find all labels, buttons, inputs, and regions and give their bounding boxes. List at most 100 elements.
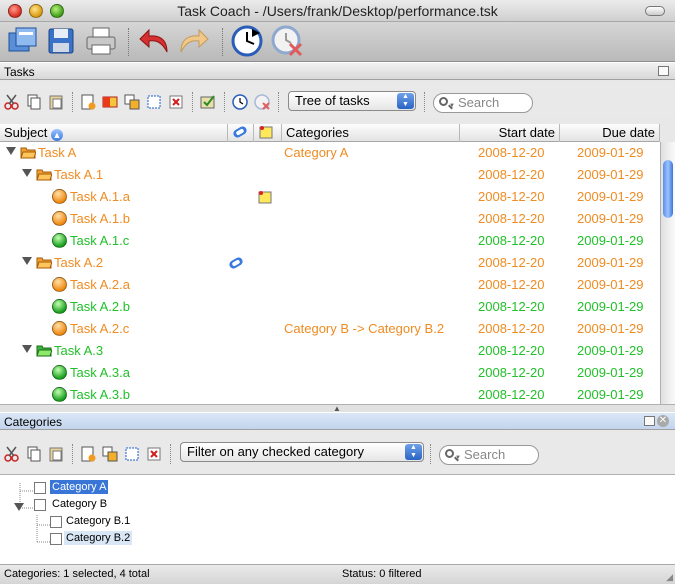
category-label: Category A [50, 480, 109, 494]
task-subject: Task A.3.b [70, 387, 130, 402]
task-row[interactable]: Task A.3 2008-12-20 2009-01-29 [0, 340, 660, 362]
paste-icon[interactable] [48, 94, 64, 110]
undo-button[interactable] [138, 24, 172, 58]
task-start-date: 2008-12-20 [478, 299, 545, 314]
task-folder-open-icon [36, 169, 52, 181]
task-subject: Task A.2 [54, 255, 104, 270]
select-all-icon[interactable] [146, 94, 162, 110]
task-start-date: 2008-12-20 [478, 343, 545, 358]
task-row[interactable]: Task A.3.b 2008-12-20 2009-01-29 [0, 384, 660, 404]
task-row[interactable]: Task A.1.b 2008-12-20 2009-01-29 [0, 208, 660, 230]
task-subject: Task A.2.a [70, 277, 130, 292]
task-row[interactable]: Task A.2 2008-12-20 2009-01-29 [0, 252, 660, 274]
task-search-placeholder: Search [458, 95, 500, 110]
toolbar-separator [170, 444, 171, 464]
task-subject: Task A.2.b [70, 299, 130, 314]
category-search-input[interactable]: ▼ Search [439, 445, 539, 465]
column-header-attachment[interactable] [228, 124, 254, 142]
task-folder-open-icon [36, 345, 52, 357]
task-subject: Task A.3.a [70, 365, 130, 380]
stop-tracking-small-icon[interactable] [254, 94, 270, 110]
column-header-subject[interactable]: Subject ▲ [0, 124, 228, 142]
toolbar-separator [430, 444, 431, 464]
task-row[interactable]: Task A.3.a 2008-12-20 2009-01-29 [0, 362, 660, 384]
expand-toggle-icon[interactable] [22, 257, 32, 265]
column-header-due-date[interactable]: Due date [560, 124, 660, 142]
resize-grip-icon[interactable]: ◢ [666, 572, 673, 583]
cut-icon[interactable] [4, 94, 20, 110]
edit-category-icon[interactable] [102, 446, 118, 462]
new-category-icon[interactable] [80, 446, 96, 462]
delete-icon[interactable] [168, 94, 184, 110]
print-button[interactable] [84, 24, 118, 58]
category-label: Category B [52, 498, 108, 510]
task-status-icon [52, 387, 67, 402]
cut-icon[interactable] [4, 446, 20, 462]
task-row[interactable]: Task A Category A 2008-12-20 2009-01-29 [0, 142, 660, 164]
note-icon [259, 126, 273, 139]
edit-task-icon[interactable] [124, 94, 140, 110]
tasks-panel-title: Tasks [4, 65, 35, 79]
category-label: Category B.2 [64, 531, 133, 545]
expand-toggle-icon[interactable] [14, 503, 24, 511]
task-subject: Task A.1.c [70, 233, 130, 248]
toolbar-toggle-button[interactable] [645, 6, 665, 16]
categories-panel-dock-button[interactable] [644, 416, 655, 426]
task-table-header: Subject ▲ Categories Start date Due date [0, 124, 660, 142]
category-checkbox[interactable] [34, 482, 46, 494]
paste-icon[interactable] [48, 446, 64, 462]
toolbar-separator [128, 28, 129, 56]
task-due-date: 2009-01-29 [577, 277, 644, 292]
category-filter-select[interactable]: Filter on any checked category ▲ ▼ [180, 442, 424, 462]
panel-splitter[interactable]: ▲ [0, 404, 675, 413]
tasks-panel-dock-button[interactable] [658, 66, 669, 76]
task-row[interactable]: Task A.2.c Category B -> Category B.2 20… [0, 318, 660, 340]
task-tree-scrollbar[interactable] [660, 142, 675, 404]
redo-button[interactable] [176, 24, 210, 58]
task-view-select-value: Tree of tasks [295, 93, 370, 108]
stop-tracking-button[interactable] [270, 24, 304, 58]
task-view-select[interactable]: Tree of tasks ▲ ▼ [288, 91, 416, 111]
task-status-icon [52, 299, 67, 314]
task-row[interactable]: Task A.2.b 2008-12-20 2009-01-29 [0, 296, 660, 318]
task-tree-scroll-thumb[interactable] [663, 160, 673, 218]
start-tracking-small-icon[interactable] [232, 94, 248, 110]
column-header-notes[interactable] [254, 124, 282, 142]
category-checkbox[interactable] [50, 533, 62, 545]
print-icon [86, 27, 116, 55]
save-button[interactable] [44, 24, 78, 58]
task-search-input[interactable]: ▼ Search [433, 93, 533, 113]
status-left: Categories: 1 selected, 4 total [4, 568, 150, 580]
copy-icon[interactable] [26, 94, 42, 110]
task-start-date: 2008-12-20 [478, 365, 545, 380]
open-button[interactable] [6, 24, 40, 58]
task-row[interactable]: Task A.1 2008-12-20 2009-01-29 [0, 164, 660, 186]
column-header-categories[interactable]: Categories [282, 124, 460, 142]
undo-icon [139, 28, 168, 53]
redo-icon [180, 28, 209, 53]
task-status-icon [52, 189, 67, 204]
column-header-start-date[interactable]: Start date [460, 124, 560, 142]
task-due-date: 2009-01-29 [577, 255, 644, 270]
expand-toggle-icon[interactable] [6, 147, 16, 155]
categories-panel-header: Categories ✕ [0, 412, 675, 430]
task-row[interactable]: Task A.1.a 2008-12-20 2009-01-29 [0, 186, 660, 208]
category-checkbox[interactable] [34, 499, 46, 511]
categories-panel-close-button[interactable]: ✕ [657, 415, 669, 427]
select-all-icon[interactable] [124, 446, 140, 462]
expand-toggle-icon[interactable] [22, 169, 32, 177]
delete-icon[interactable] [146, 446, 162, 462]
mark-completed-icon[interactable] [200, 94, 216, 110]
new-task-icon[interactable] [80, 94, 96, 110]
expand-toggle-icon[interactable] [22, 345, 32, 353]
task-row[interactable]: Task A.1.c 2008-12-20 2009-01-29 [0, 230, 660, 252]
new-subtask-icon[interactable] [102, 94, 118, 110]
task-status-icon [52, 211, 67, 226]
category-checkbox[interactable] [50, 516, 62, 528]
task-due-date: 2009-01-29 [577, 211, 644, 226]
task-due-date: 2009-01-29 [577, 189, 644, 204]
start-tracking-button[interactable] [230, 24, 264, 58]
task-row[interactable]: Task A.2.a 2008-12-20 2009-01-29 [0, 274, 660, 296]
copy-icon[interactable] [26, 446, 42, 462]
stop-tracking-icon [271, 25, 303, 57]
